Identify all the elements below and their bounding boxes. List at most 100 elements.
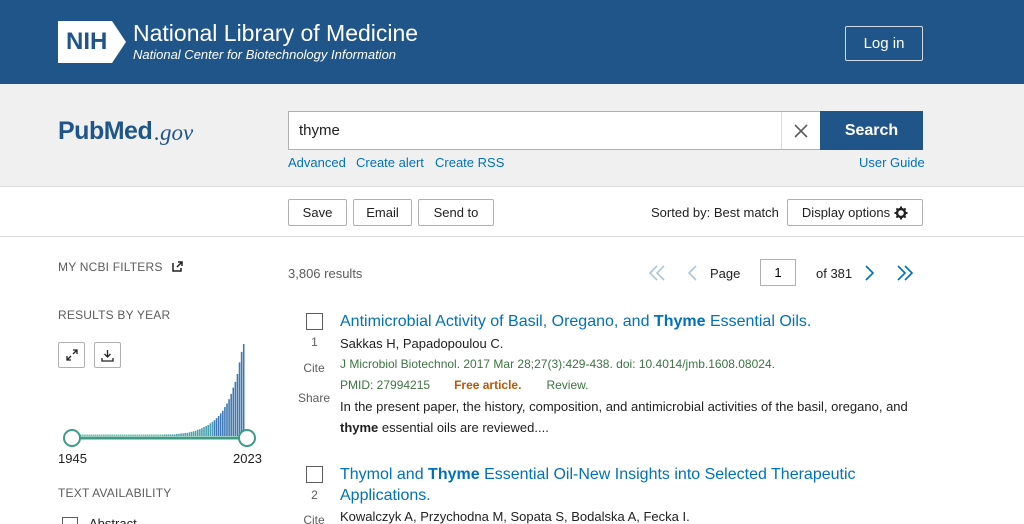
send-to-button[interactable]: Send to (418, 199, 494, 226)
save-button[interactable]: Save (288, 199, 347, 226)
year-bar[interactable] (173, 434, 176, 436)
year-bar[interactable] (171, 434, 174, 436)
year-bar[interactable] (151, 434, 153, 437)
year-bar[interactable] (230, 393, 232, 436)
year-bar[interactable] (205, 426, 207, 436)
year-bar[interactable] (219, 413, 222, 436)
year-bar[interactable] (119, 434, 122, 437)
year-slider-end-handle[interactable] (238, 429, 256, 447)
first-page-icon[interactable] (646, 262, 668, 284)
year-bar[interactable] (125, 434, 128, 437)
last-page-icon[interactable] (894, 262, 916, 284)
year-bar[interactable] (109, 434, 111, 437)
next-page-icon[interactable] (858, 262, 880, 284)
nih-logo[interactable]: NIH (58, 20, 126, 64)
year-bar[interactable] (222, 410, 224, 436)
year-bar[interactable] (161, 434, 164, 437)
year-bar[interactable] (203, 427, 205, 436)
year-bar[interactable] (190, 431, 193, 436)
year-bar[interactable] (140, 434, 143, 437)
cite-button[interactable]: Cite (290, 513, 338, 524)
advanced-link[interactable]: Advanced (288, 155, 346, 170)
year-bar[interactable] (167, 434, 170, 436)
year-bar[interactable] (138, 434, 141, 437)
abstract-filter-label[interactable]: Abstract (89, 516, 137, 524)
year-bar[interactable] (213, 420, 216, 436)
year-bar[interactable] (92, 434, 95, 437)
result-title-link[interactable]: Thymol and Thyme Essential Oil-New Insig… (340, 464, 880, 506)
year-bar[interactable] (163, 434, 166, 437)
year-bar[interactable] (226, 403, 228, 436)
search-input[interactable] (288, 111, 821, 150)
year-bar[interactable] (169, 434, 172, 436)
year-bar[interactable] (86, 434, 88, 437)
year-bar[interactable] (238, 362, 241, 436)
year-bar[interactable] (232, 387, 235, 436)
create-rss-link[interactable]: Create RSS (435, 155, 504, 170)
year-bar[interactable] (157, 434, 159, 437)
year-bar[interactable] (148, 434, 151, 437)
year-bar[interactable] (144, 434, 147, 437)
year-bar[interactable] (142, 434, 145, 437)
year-bar[interactable] (192, 431, 195, 436)
result-checkbox[interactable] (306, 313, 323, 330)
year-bar[interactable] (84, 434, 86, 437)
year-bar[interactable] (82, 434, 84, 437)
year-bar[interactable] (113, 434, 116, 437)
year-bar[interactable] (165, 434, 168, 436)
year-bar[interactable] (224, 407, 226, 436)
cite-button[interactable]: Cite (290, 361, 338, 375)
login-button[interactable]: Log in (845, 26, 923, 61)
year-bar[interactable] (132, 434, 134, 437)
year-bar[interactable] (184, 432, 187, 436)
year-bar[interactable] (207, 424, 209, 436)
year-bar[interactable] (100, 434, 103, 437)
year-bar[interactable] (146, 434, 149, 437)
create-alert-link[interactable]: Create alert (356, 155, 424, 170)
year-bar[interactable] (123, 434, 126, 437)
year-bar[interactable] (217, 416, 220, 436)
year-bar[interactable] (194, 430, 197, 436)
display-options-button[interactable]: Display options (787, 199, 923, 226)
year-bar[interactable] (201, 428, 203, 436)
year-bar[interactable] (178, 433, 180, 436)
year-bar[interactable] (128, 434, 130, 437)
year-bar[interactable] (211, 421, 214, 436)
year-bar[interactable] (94, 434, 97, 437)
year-bar[interactable] (153, 434, 155, 437)
user-guide-link[interactable]: User Guide (859, 155, 925, 170)
year-bar[interactable] (196, 429, 199, 436)
year-bar[interactable] (107, 434, 109, 437)
clear-search-button[interactable] (781, 112, 819, 149)
year-bar[interactable] (111, 434, 113, 437)
result-checkbox[interactable] (306, 466, 323, 483)
previous-page-icon[interactable] (682, 262, 704, 284)
year-bar[interactable] (180, 433, 182, 436)
email-button[interactable]: Email (353, 199, 412, 226)
results-by-year-chart[interactable] (58, 336, 264, 448)
my-ncbi-filters-label[interactable]: MY NCBI FILTERS (58, 260, 183, 274)
year-bar[interactable] (182, 433, 184, 436)
year-bar[interactable] (176, 433, 178, 436)
year-bar[interactable] (121, 434, 124, 437)
year-bar[interactable] (186, 432, 189, 436)
year-bar[interactable] (102, 434, 105, 437)
year-bar[interactable] (159, 434, 161, 437)
page-number-input[interactable] (760, 259, 796, 286)
year-bar[interactable] (130, 434, 132, 437)
year-bar[interactable] (240, 351, 243, 436)
result-title-link[interactable]: Antimicrobial Activity of Basil, Oregano… (340, 311, 900, 332)
year-bar[interactable] (188, 432, 191, 436)
year-bar[interactable] (155, 434, 157, 437)
year-bar[interactable] (209, 423, 212, 436)
year-bar[interactable] (98, 434, 101, 437)
year-bar[interactable] (242, 344, 245, 436)
abstract-checkbox[interactable] (62, 517, 78, 524)
year-bar[interactable] (234, 381, 237, 436)
year-bar[interactable] (136, 434, 138, 437)
nlm-title[interactable]: National Library of Medicine (133, 20, 418, 46)
year-bar[interactable] (199, 429, 201, 436)
year-bar[interactable] (105, 434, 107, 437)
pubmed-logo[interactable]: Pub Med .gov (58, 106, 193, 146)
year-bar[interactable] (117, 434, 120, 437)
